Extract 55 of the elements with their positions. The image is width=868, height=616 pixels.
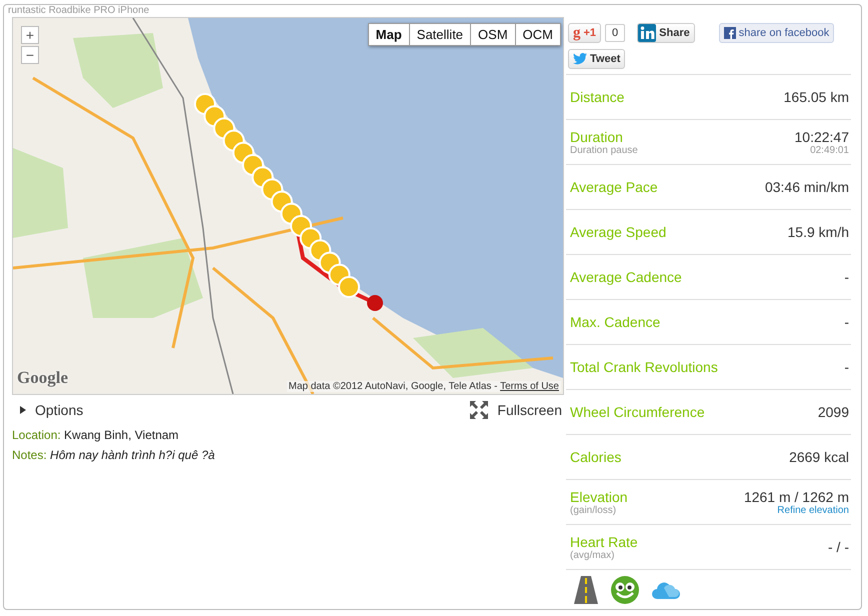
stat-value: 2669 kcal	[789, 449, 849, 465]
stat-value: 03:46 min/km	[764, 179, 849, 195]
zoom-in-button[interactable]: +	[21, 26, 39, 44]
stat-label: Max. Cadence	[570, 314, 660, 330]
facebook-share-button[interactable]: share on facebook	[718, 23, 834, 43]
zoom-out-button[interactable]: −	[21, 46, 39, 64]
stat-label: Duration	[570, 128, 624, 144]
terms-link[interactable]: Terms of Use	[500, 381, 559, 392]
stat-sublabel: (gain/loss)	[570, 504, 618, 516]
stat-label: Wheel Circumference	[570, 404, 705, 420]
stat-sublabel: (avg/max)	[570, 550, 616, 560]
linkedin-share-button[interactable]: Share	[637, 23, 695, 43]
refine-elevation-link[interactable]: Refine elevation	[777, 504, 849, 516]
google-plus-button[interactable]: g +1	[568, 23, 602, 43]
stat-label: Heart Rate	[570, 534, 638, 550]
facebook-logo-icon	[724, 27, 736, 39]
fullscreen-button[interactable]: Fullscreen	[469, 400, 562, 420]
map-type-tab[interactable]: Map	[368, 23, 410, 46]
stat-value: 2099	[818, 404, 849, 420]
map-type-tab[interactable]: Satellite	[408, 23, 472, 46]
stat-value: -	[844, 314, 849, 330]
stat-label: Total Crank Revolutions	[570, 359, 718, 375]
stat-label: Elevation	[570, 488, 628, 504]
google-plus-logo: g	[573, 24, 580, 42]
map-attribution: Map data ©2012 AutoNavi, Google, Tele Atlas -	[288, 381, 498, 392]
page-title: runtastic Roadbike PRO iPhone	[8, 5, 150, 17]
triangle-icon	[20, 406, 27, 414]
cloud-icon	[652, 580, 680, 600]
stat-label: Calories	[570, 449, 622, 465]
stat-value: 15.9 km/h	[788, 224, 849, 240]
map-type-tab[interactable]: OCM	[514, 23, 561, 46]
bird-icon	[573, 53, 587, 65]
map-logo: Google	[17, 368, 68, 388]
stat-sublabel: Duration pause	[570, 144, 638, 156]
location-text: Location: Kwang Binh, Vietnam	[12, 427, 180, 444]
stat-subvalue: 02:49:01	[810, 144, 849, 156]
stat-value: -	[844, 359, 849, 375]
stat-value: - / -	[828, 539, 849, 555]
smiley-icon	[610, 575, 640, 605]
stat-value: -	[844, 269, 849, 285]
stat-label: Average Cadence	[570, 269, 682, 285]
expand-icon	[469, 400, 490, 420]
tweet-button[interactable]: Tweet	[568, 49, 626, 69]
stat-label: Distance	[570, 89, 624, 105]
share-count: 0	[605, 24, 626, 42]
map-type-tab[interactable]: OSM	[470, 23, 516, 46]
stat-value: 1261 m / 1262 m	[744, 488, 849, 504]
linkedin-logo-icon	[638, 24, 656, 42]
stat-value: 165.05 km	[784, 89, 849, 105]
stat-label: Average Pace	[570, 179, 658, 195]
notes-text: Notes: Hôm nay hành trình h?i quê ?à	[12, 447, 216, 464]
options-toggle[interactable]: Options	[12, 402, 84, 418]
stat-value: 10:22:47	[794, 128, 849, 144]
stat-label: Average Speed	[570, 224, 666, 240]
road-icon	[574, 576, 598, 604]
